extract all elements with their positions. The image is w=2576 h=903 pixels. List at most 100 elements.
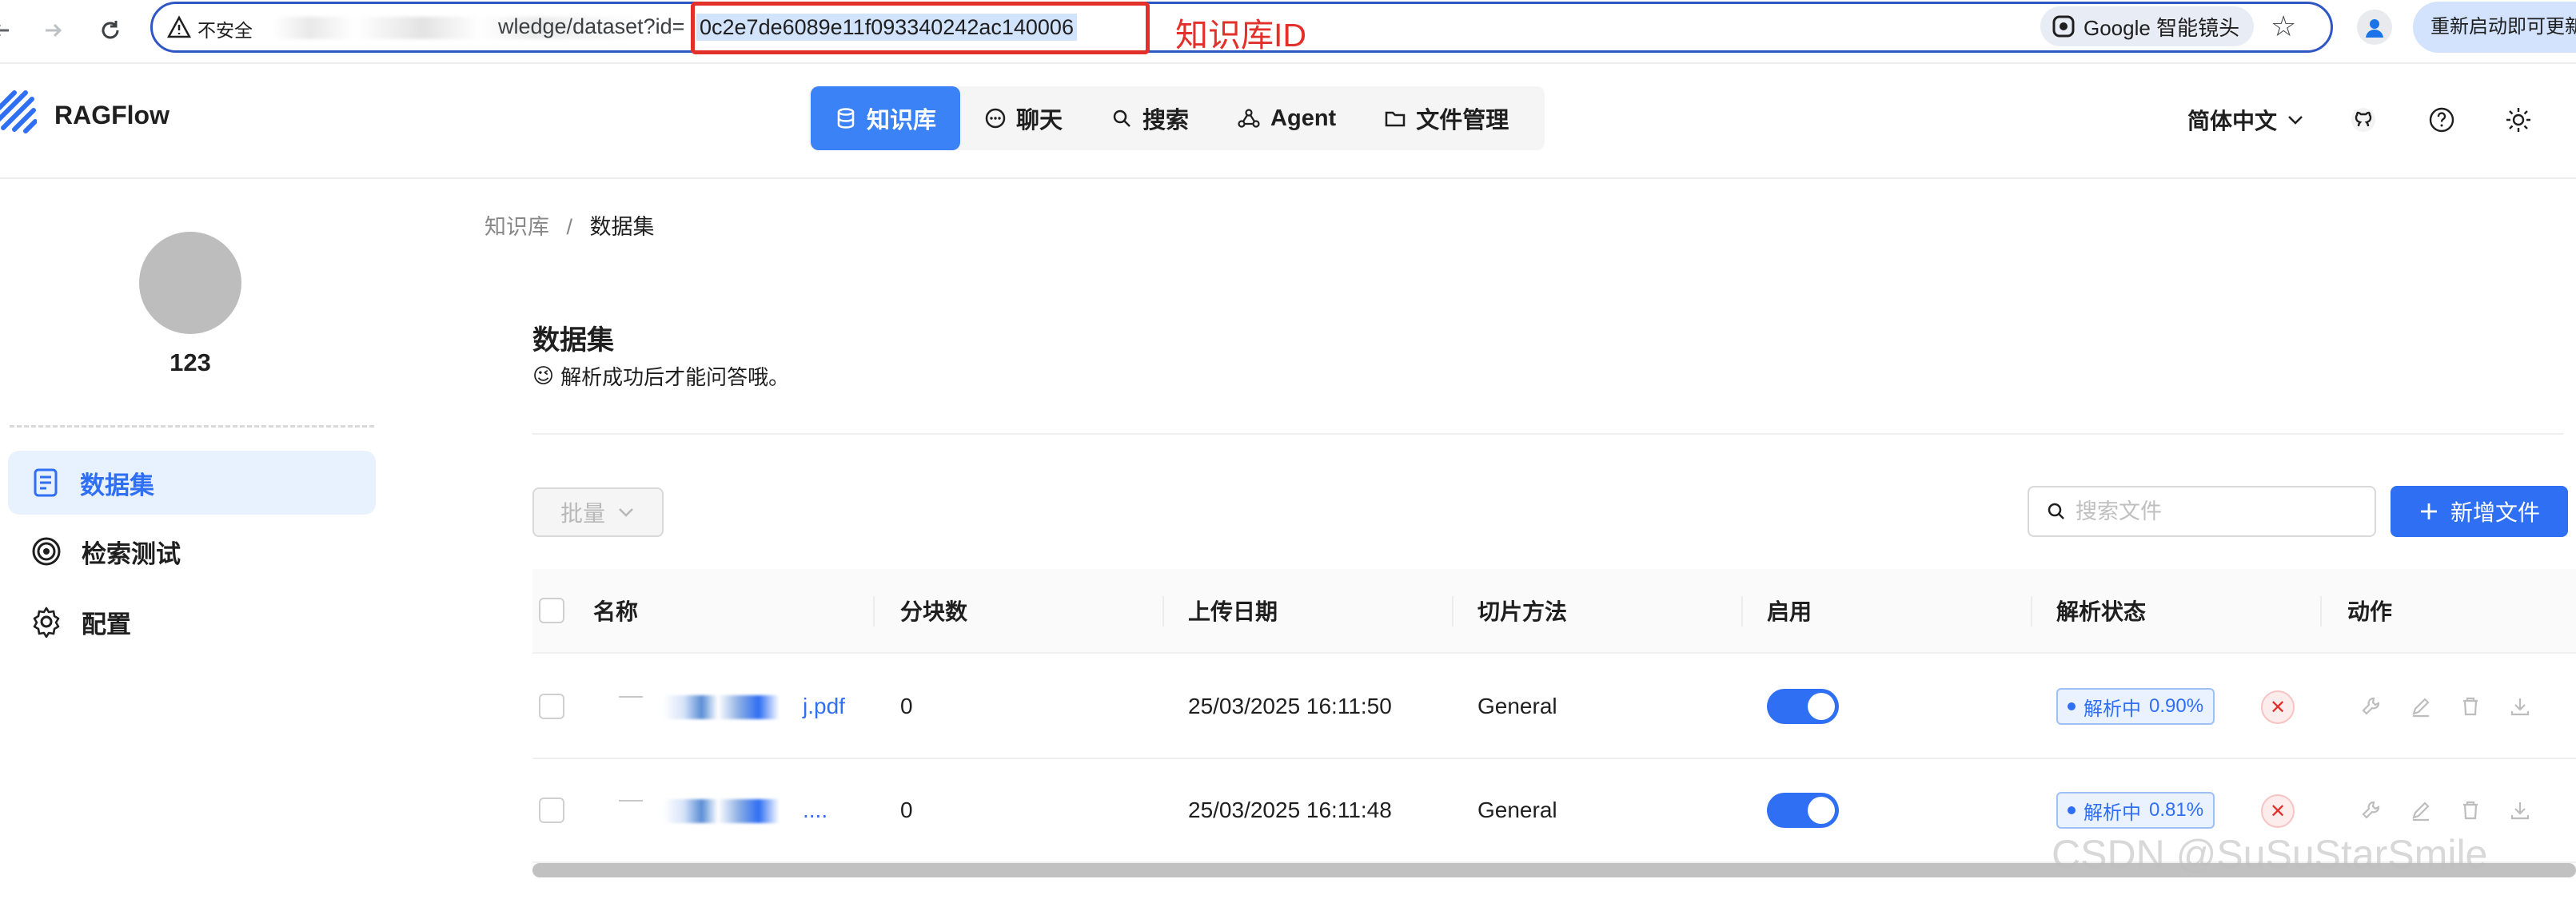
logo-text[interactable]: RAGFlow (54, 101, 169, 130)
nav-tab-chat[interactable]: 聊天 (960, 86, 1087, 150)
url-text: wledge/dataset?id= (498, 14, 685, 38)
breadcrumb-current: 数据集 (589, 215, 655, 239)
breadcrumb: 知识库 / 数据集 (484, 209, 655, 241)
row-actions (2359, 655, 2557, 758)
enable-toggle[interactable] (1767, 793, 1839, 828)
edit-icon[interactable] (2408, 798, 2434, 823)
nav-tab-file-management[interactable]: 文件管理 (1360, 86, 1533, 150)
sidebar-item-settings[interactable]: 配置 (8, 590, 376, 654)
bulk-actions-dropdown[interactable]: 批量 (532, 487, 664, 537)
id-annotation: 知识库ID (1175, 17, 1306, 54)
cancel-parse-icon[interactable]: ✕ (2261, 794, 2295, 828)
knowledgebase-sidebar: 123 数据集 检索测试 配置 (0, 181, 381, 903)
status-progress: 0.81% (2149, 799, 2204, 821)
file-name-cell: j.pdf (619, 655, 845, 758)
nav-tab-knowledge-base[interactable]: 知识库 (811, 86, 961, 150)
chunk-method[interactable]: General (1477, 759, 1557, 861)
row-select-cell (539, 655, 564, 758)
column-header-actions: 动作 (2347, 599, 2393, 624)
sidebar-item-dataset[interactable]: 数据集 (8, 451, 376, 515)
delete-icon[interactable] (2458, 798, 2483, 823)
file-name-link[interactable]: j.pdf (664, 694, 845, 720)
watermark: CSDN @SuSuStarSmile (2052, 832, 2488, 877)
forward-arrow-icon[interactable] (30, 8, 75, 53)
file-name-cell: .... (619, 759, 827, 861)
relaunch-update-button[interactable]: 重新启动即可更新 (2413, 2, 2576, 53)
wrench-icon[interactable] (2359, 694, 2384, 719)
file-name-suffix: j.pdf (803, 693, 845, 718)
delete-icon[interactable] (2458, 694, 2483, 719)
status-dot-icon (2068, 806, 2076, 814)
help-icon[interactable] (2422, 101, 2461, 139)
status-dot-icon (2068, 702, 2076, 710)
column-header-enabled[interactable]: 启用 (1767, 569, 1812, 652)
column-header-name[interactable]: 名称 (593, 569, 638, 652)
nav-tab-agent[interactable]: Agent (1213, 86, 1360, 150)
reload-icon[interactable] (88, 8, 133, 53)
search-input[interactable] (2076, 499, 2347, 524)
column-separator (1452, 596, 1453, 627)
column-separator (1741, 596, 1743, 627)
select-all-checkbox[interactable] (539, 598, 564, 623)
nav-tab-label: 搜索 (1142, 108, 1190, 133)
enable-toggle[interactable] (1767, 689, 1839, 724)
github-icon[interactable] (2344, 101, 2383, 139)
star-icon[interactable]: ☆ (2271, 10, 2296, 43)
edit-icon[interactable] (2408, 694, 2434, 719)
download-icon[interactable] (2507, 798, 2533, 823)
page-title: 数据集 (532, 325, 614, 356)
nav-tab-search[interactable]: 搜索 (1087, 86, 1213, 150)
file-name-suffix: .... (803, 797, 828, 822)
language-label: 简体中文 (2187, 109, 2278, 133)
sidebar-divider (10, 425, 374, 428)
search-icon (1113, 109, 1130, 127)
cancel-parse-icon[interactable]: ✕ (2261, 690, 2295, 724)
nav-tab-label: 文件管理 (1416, 108, 1509, 133)
row-checkbox[interactable] (539, 694, 564, 719)
status-label: 解析中 (2084, 698, 2141, 720)
sidebar-item-label: 检索测试 (82, 539, 181, 568)
column-header-parse-status[interactable]: 解析状态 (2056, 569, 2146, 652)
select-all-cell (539, 569, 564, 652)
nav-tab-label: 聊天 (1016, 108, 1063, 133)
back-arrow-icon[interactable] (0, 8, 24, 53)
status-label: 解析中 (2084, 802, 2141, 824)
dataset-icon (34, 468, 58, 497)
lens-icon (2052, 15, 2075, 38)
nav-tab-label: Agent (1270, 105, 1337, 131)
add-file-button[interactable]: 新增文件 (2391, 486, 2568, 537)
theme-sun-icon[interactable] (2499, 101, 2538, 139)
enable-toggle-cell (1767, 655, 1839, 758)
target-icon (32, 537, 61, 566)
file-search[interactable] (2028, 486, 2376, 537)
chat-icon (985, 108, 1006, 129)
sidebar-item-label: 数据集 (80, 471, 154, 499)
upload-date: 25/03/2025 16:11:48 (1188, 798, 1392, 822)
download-icon[interactable] (2507, 694, 2533, 719)
chunk-method[interactable]: General (1477, 655, 1557, 758)
language-select[interactable]: 简体中文 (2187, 104, 2306, 136)
row-select-cell (539, 759, 564, 861)
tip-text: 解析成功后才能问答哦。 (560, 365, 790, 389)
chunk-count: 0 (900, 798, 913, 822)
plus-icon (2420, 503, 2437, 519)
google-lens-button[interactable]: Google 智能镜头 (2040, 6, 2255, 46)
content-divider (532, 433, 2563, 435)
knowledgebase-name: 123 (169, 348, 211, 376)
column-header-chunk-method[interactable]: 切片方法 (1477, 569, 1567, 652)
enable-toggle-cell (1767, 759, 1839, 861)
chunk-count: 0 (900, 694, 913, 718)
profile-icon[interactable] (2357, 10, 2392, 45)
status-badge[interactable]: 解析中 0.90% (2056, 688, 2215, 725)
column-header-chunks[interactable]: 分块数 (900, 569, 967, 652)
breadcrumb-root[interactable]: 知识库 (484, 215, 549, 239)
wrench-icon[interactable] (2359, 798, 2384, 823)
gear-icon (33, 607, 60, 638)
column-header-upload-date[interactable]: 上传日期 (1188, 569, 1278, 652)
row-checkbox[interactable] (539, 798, 564, 823)
status-badge[interactable]: 解析中 0.81% (2056, 792, 2215, 829)
table-header: 名称 分块数 上传日期 切片方法 启用 解析状态 动作 (532, 569, 2576, 654)
insecure-label[interactable]: 不安全 (197, 15, 253, 42)
file-name-link[interactable]: .... (664, 798, 827, 824)
sidebar-item-retrieval-test[interactable]: 检索测试 (8, 519, 376, 583)
